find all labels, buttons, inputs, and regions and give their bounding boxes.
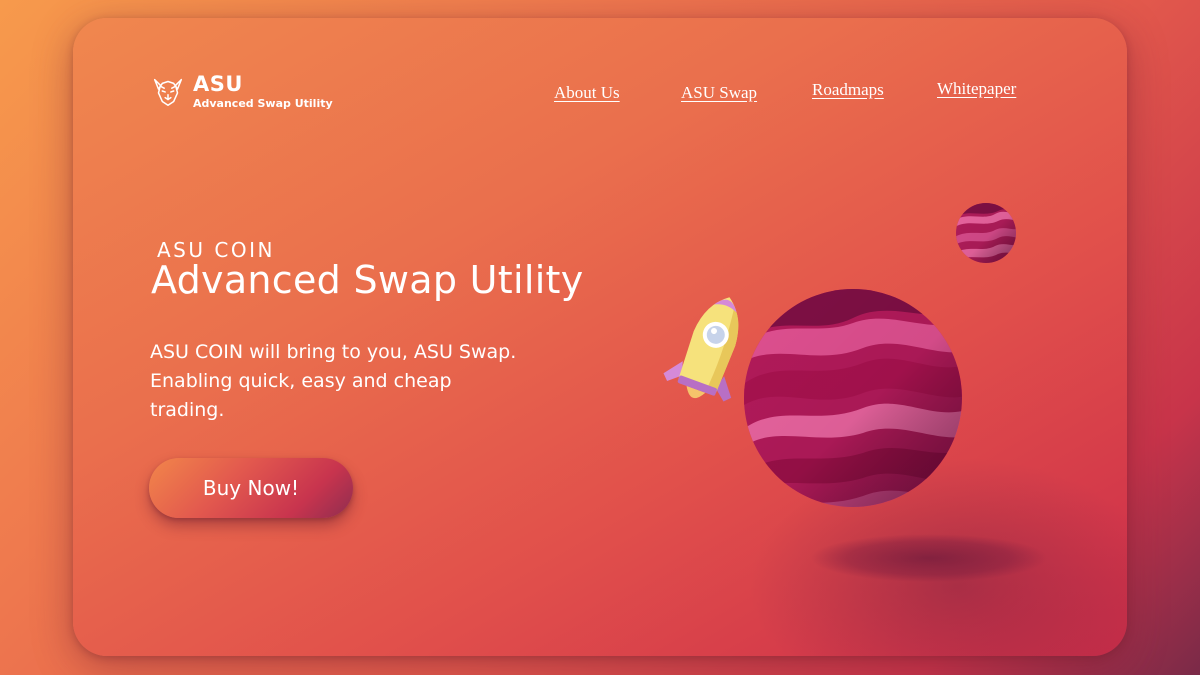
planet-shadow: [811, 534, 1047, 582]
small-planet-icon: [956, 203, 1016, 263]
planet-icon: [744, 289, 962, 507]
space-illustration: [663, 203, 1047, 582]
hero-card: ASU Advanced Swap Utility About Us ASU S…: [73, 18, 1127, 656]
